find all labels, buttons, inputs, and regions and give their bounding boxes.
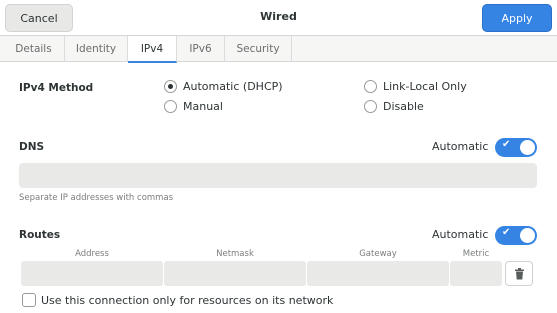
dns-automatic-label: Automatic bbox=[432, 140, 489, 153]
apply-button[interactable]: Apply bbox=[482, 4, 552, 32]
routes-automatic-label: Automatic bbox=[432, 228, 489, 241]
dns-label: DNS bbox=[19, 141, 45, 153]
radio-disable[interactable]: Disable bbox=[364, 100, 424, 113]
dialog-title: Wired bbox=[260, 10, 297, 23]
ipv4-method-label: IPv4 Method bbox=[19, 82, 94, 94]
route-netmask-input[interactable] bbox=[164, 261, 306, 286]
column-header-netmask: Netmask bbox=[216, 249, 254, 259]
radio-manual[interactable]: Manual bbox=[164, 100, 223, 113]
tab-details[interactable]: Details bbox=[3, 36, 65, 62]
delete-route-button[interactable] bbox=[505, 261, 533, 286]
tab-security[interactable]: Security bbox=[225, 36, 292, 62]
radio-unselected-icon bbox=[364, 80, 377, 93]
column-header-address: Address bbox=[75, 249, 109, 259]
route-address-input[interactable] bbox=[21, 261, 163, 286]
radio-label: Automatic (DHCP) bbox=[183, 80, 283, 93]
restrict-resources-label: Use this connection only for resources o… bbox=[41, 293, 334, 307]
tab-identity[interactable]: Identity bbox=[65, 36, 128, 62]
restrict-resources-checkbox[interactable] bbox=[22, 293, 36, 307]
switch-knob bbox=[520, 140, 535, 155]
dns-automatic-switch[interactable]: ✔ bbox=[495, 138, 537, 157]
radio-unselected-icon bbox=[164, 100, 177, 113]
switch-knob bbox=[520, 228, 535, 243]
tab-ipv4[interactable]: IPv4 bbox=[128, 36, 177, 63]
radio-label: Manual bbox=[183, 100, 223, 113]
route-gateway-input[interactable] bbox=[307, 261, 449, 286]
radio-automatic-dhcp[interactable]: Automatic (DHCP) bbox=[164, 80, 283, 93]
dns-input[interactable] bbox=[19, 163, 537, 188]
radio-unselected-icon bbox=[364, 100, 377, 113]
check-icon: ✔ bbox=[502, 227, 511, 238]
radio-link-local-only[interactable]: Link-Local Only bbox=[364, 80, 467, 93]
routes-label: Routes bbox=[19, 229, 61, 241]
tab-ipv6[interactable]: IPv6 bbox=[177, 36, 225, 62]
radio-label: Disable bbox=[383, 100, 424, 113]
column-header-metric: Metric bbox=[462, 249, 490, 259]
radio-selected-icon bbox=[164, 80, 177, 93]
dns-hint: Separate IP addresses with commas bbox=[19, 193, 174, 203]
restrict-resources-checkbox-row[interactable]: Use this connection only for resources o… bbox=[22, 293, 333, 307]
column-header-gateway: Gateway bbox=[359, 249, 397, 259]
routes-automatic-switch[interactable]: ✔ bbox=[495, 226, 537, 245]
header-bar: Cancel Wired Apply bbox=[0, 0, 557, 36]
check-icon: ✔ bbox=[502, 139, 511, 150]
trash-icon bbox=[514, 267, 524, 279]
tab-bar: Details Identity IPv4 IPv6 Security bbox=[0, 36, 557, 63]
route-metric-input[interactable] bbox=[450, 261, 502, 286]
radio-label: Link-Local Only bbox=[383, 80, 467, 93]
